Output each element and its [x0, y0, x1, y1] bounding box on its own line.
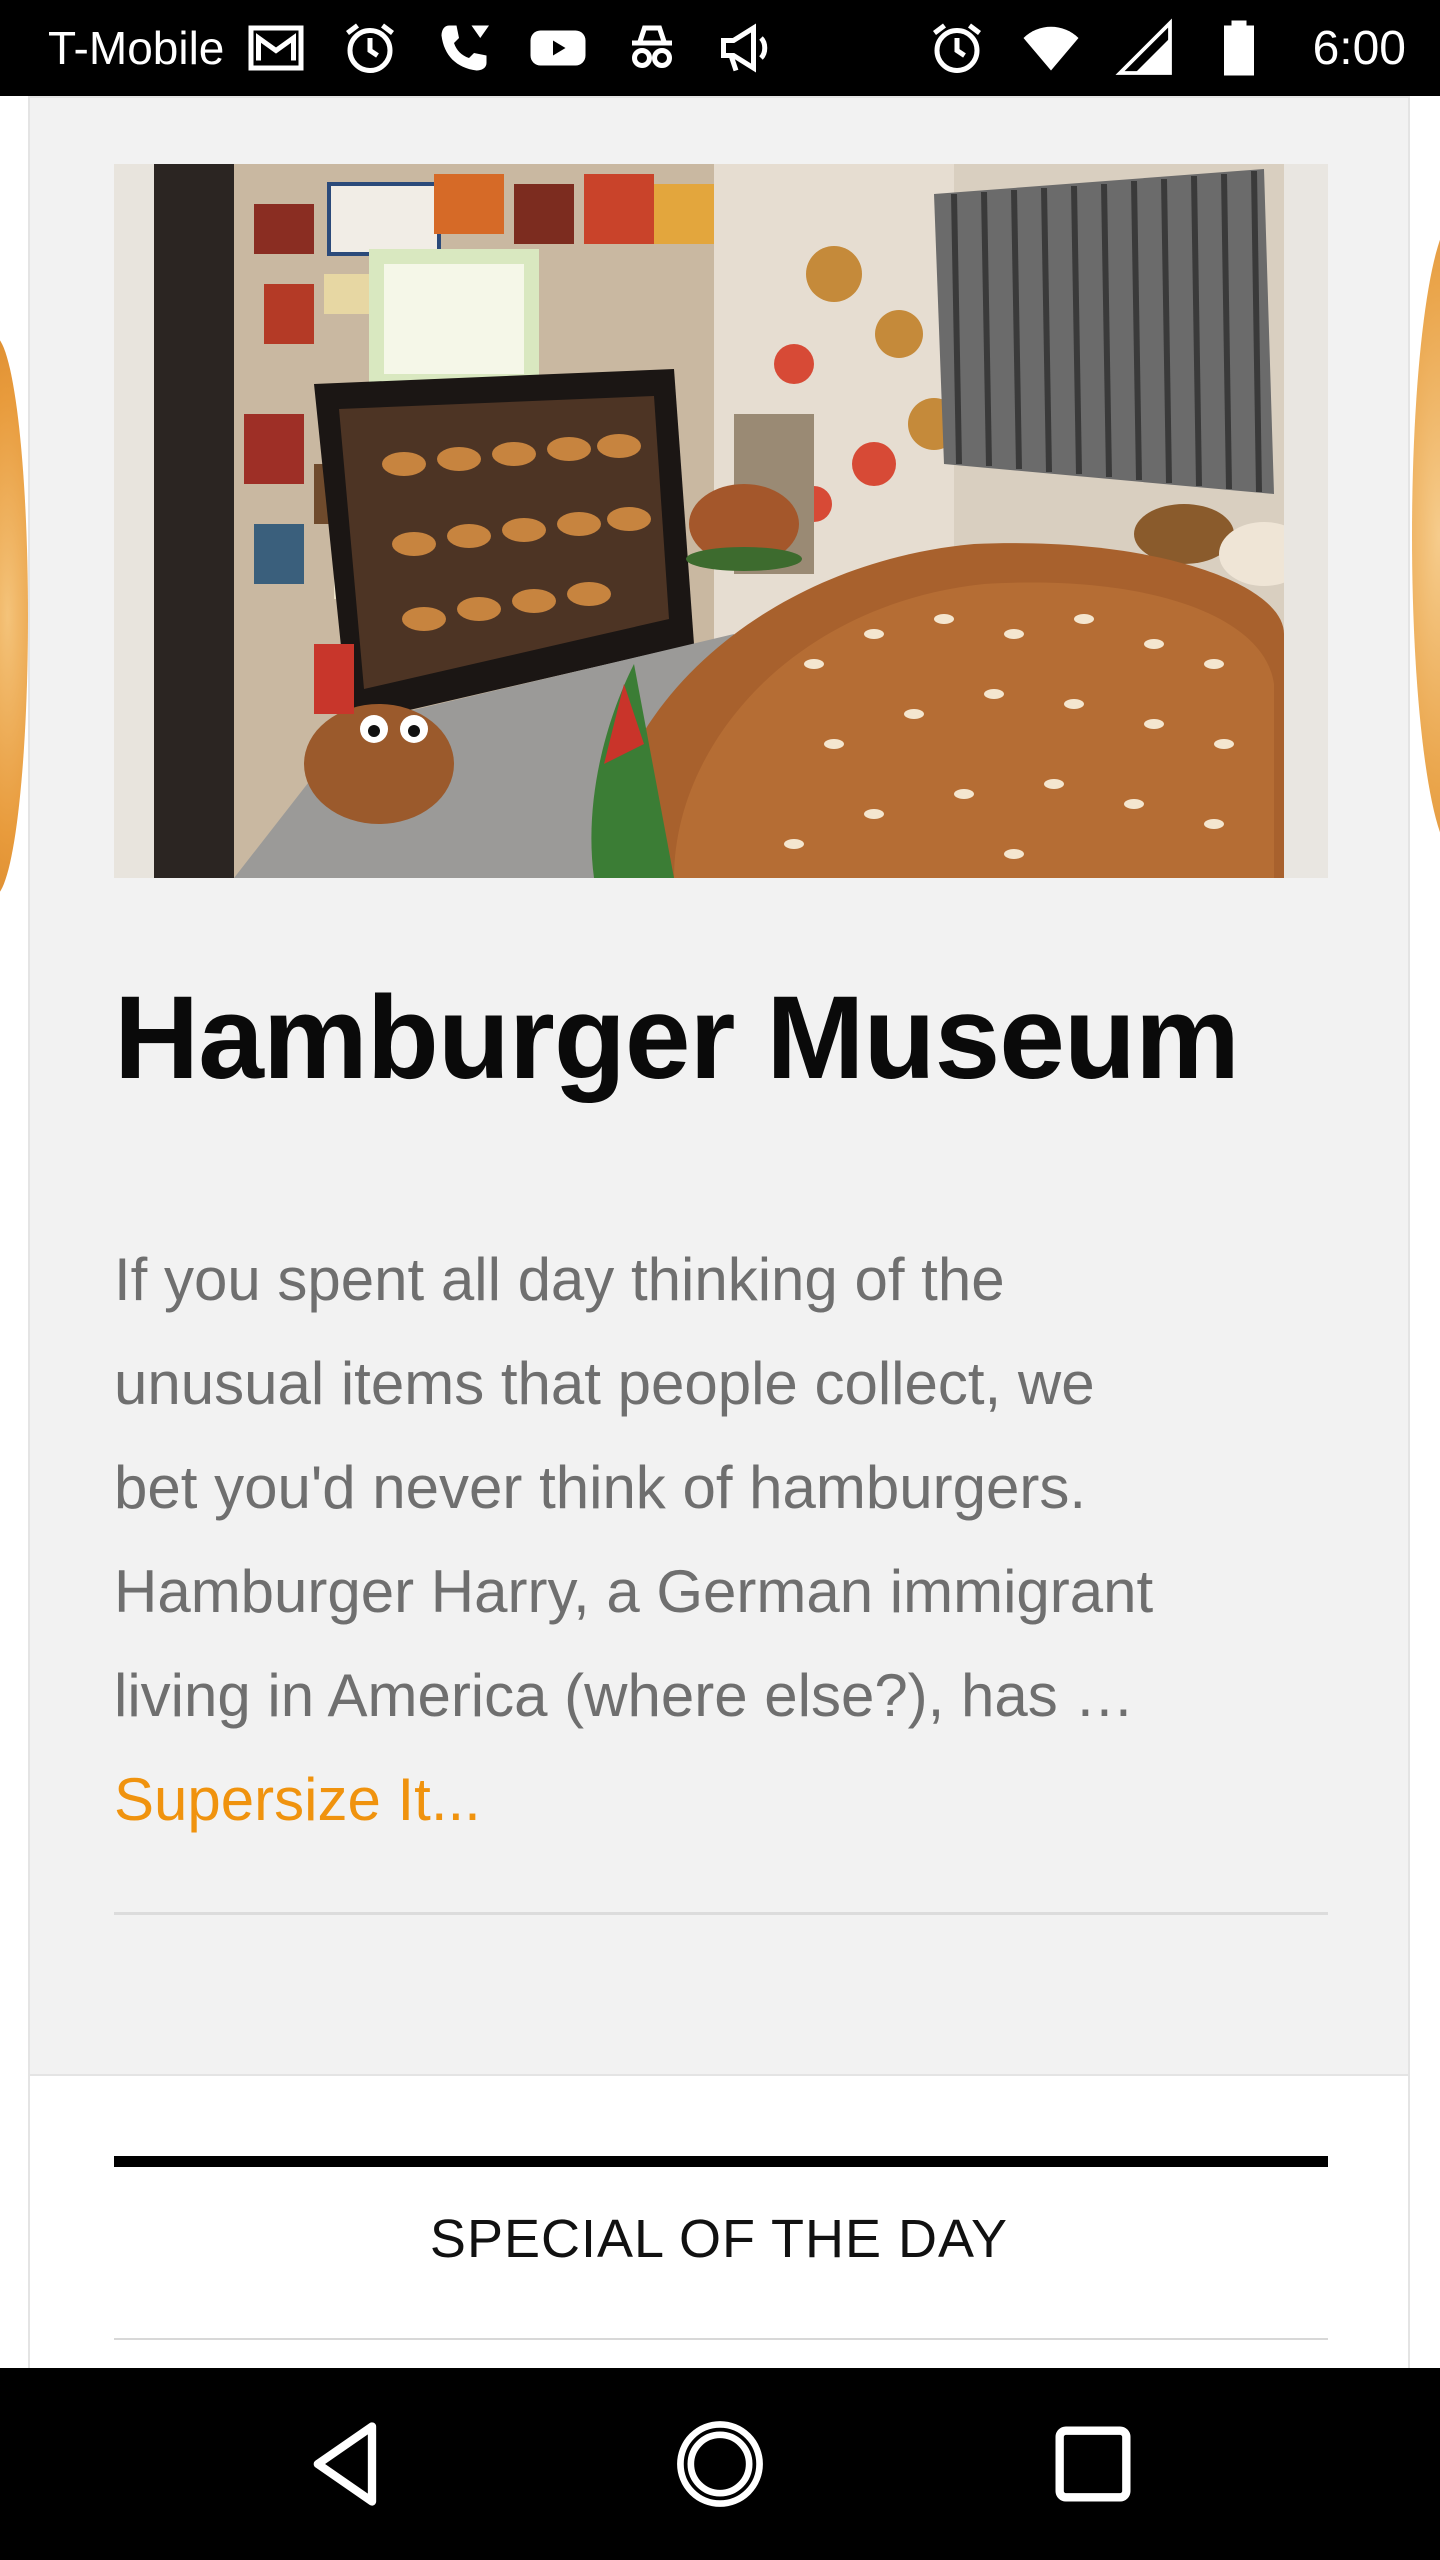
excerpt-line: bet you'd never think of hamburgers.: [114, 1454, 1087, 1521]
card-divider: [114, 1912, 1328, 1915]
cell-signal-icon: [1111, 14, 1179, 82]
wifi-calling-icon: [430, 14, 498, 82]
widget-divider: [114, 2338, 1328, 2340]
article-card: Hamburger Museum If you spent all day th…: [28, 96, 1410, 2076]
gmail-icon: [242, 14, 310, 82]
battery-icon: [1205, 14, 1273, 82]
article-image[interactable]: [114, 164, 1328, 878]
excerpt-line: If you spent all day thinking of the: [114, 1246, 1005, 1313]
announcement-icon: [712, 14, 780, 82]
hamburger-museum-photo: [114, 164, 1328, 878]
carousel-peek-left[interactable]: [0, 336, 28, 896]
special-of-the-day-widget: SPECIAL OF THE DAY: [28, 2076, 1410, 2368]
page-viewport[interactable]: Hamburger Museum If you spent all day th…: [0, 96, 1440, 2368]
navigation-bar: [0, 2368, 1440, 2560]
excerpt-line: Hamburger Harry, a German immigrant: [114, 1558, 1154, 1625]
home-icon: [677, 2421, 763, 2507]
recents-button[interactable]: [1033, 2404, 1153, 2524]
status-bar: T-Mobile 6:00: [0, 0, 1440, 96]
wifi-icon: [1017, 14, 1085, 82]
article-title[interactable]: Hamburger Museum: [114, 968, 1364, 1110]
youtube-icon: [524, 14, 592, 82]
home-button[interactable]: [660, 2404, 780, 2524]
article-excerpt: If you spent all day thinking of the unu…: [114, 1228, 1364, 1748]
recents-icon: [1055, 2426, 1131, 2502]
incognito-icon: [618, 14, 686, 82]
alarm-icon: [336, 14, 404, 82]
alarm-icon: [923, 14, 991, 82]
widget-heading: SPECIAL OF THE DAY: [429, 2209, 1009, 2269]
back-icon: [313, 2422, 376, 2506]
widget-top-rule: [114, 2156, 1328, 2167]
excerpt-line: living in America (where else?), has …: [114, 1662, 1135, 1729]
carousel-peek-right[interactable]: [1412, 216, 1440, 856]
excerpt-line: unusual items that people collect, we: [114, 1350, 1095, 1417]
back-button[interactable]: [287, 2404, 407, 2524]
clock: 6:00: [1312, 21, 1406, 75]
read-more-link[interactable]: Supersize It...: [114, 1748, 481, 1852]
carrier-name: T-Mobile: [48, 22, 225, 74]
